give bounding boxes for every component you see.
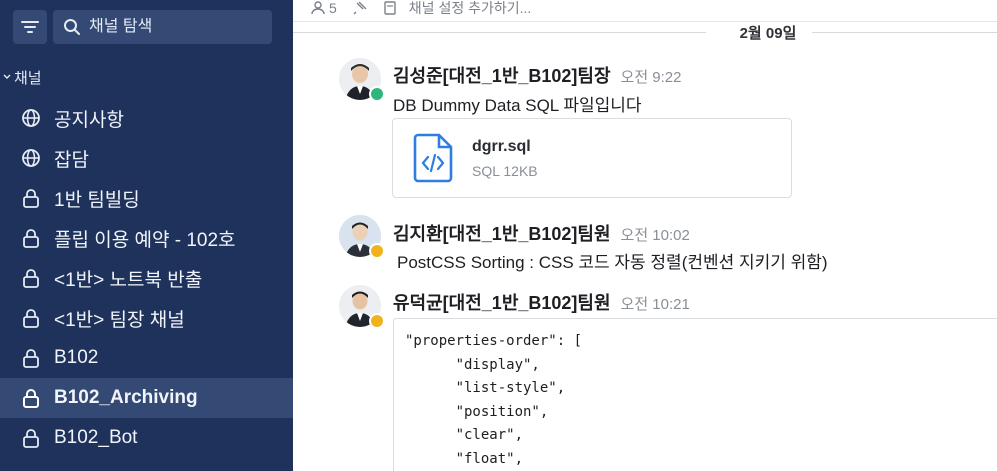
member-count-button[interactable]: 5 [311, 0, 337, 16]
chevron-down-icon [0, 74, 14, 80]
channel-label: 1반 팀빌딩 [54, 189, 140, 211]
channel-label: B102_Archiving [54, 387, 198, 408]
code-file-icon [413, 133, 453, 188]
message-sender[interactable]: 김지환[대전_1반_B102]팀원 오전 10:02 [393, 220, 690, 246]
member-icon [311, 0, 325, 14]
channel-section-header[interactable]: 채널 [0, 66, 42, 88]
lock-icon [20, 267, 42, 289]
pin-icon [353, 1, 367, 14]
status-online-badge [369, 86, 385, 102]
channel-header: 5 채널 설정 추가하기... [293, 0, 997, 22]
channel-item-team-building[interactable]: 1반 팀빌딩 [0, 178, 293, 218]
channel-search[interactable] [53, 10, 272, 44]
file-name: dgrr.sql [472, 138, 531, 155]
message-panel: 5 채널 설정 추가하기... 2월 09일 김성준[대전_1반_B102]팀장… [293, 0, 997, 471]
filter-icon [21, 21, 39, 33]
code-line: "position", [405, 403, 549, 420]
status-away-badge [369, 313, 385, 329]
channel-item-b102-bot[interactable]: B102_Bot [0, 418, 293, 458]
channel-label: 공지사항 [54, 109, 124, 131]
message-time: 오전 10:02 [620, 227, 690, 244]
message-sender[interactable]: 김성준[대전_1반_B102]팀장 오전 9:22 [393, 62, 682, 88]
channel-label: <1반> 노트북 반출 [54, 269, 203, 291]
sidebar: 채널 공지사항 잡담 1반 팀빌딩 플립 이용 예약 - 102호 [0, 0, 293, 471]
channel-label: 잡담 [54, 149, 89, 171]
channel-list: 공지사항 잡담 1반 팀빌딩 플립 이용 예약 - 102호 <1반> 노트북 … [0, 98, 293, 458]
channel-item-b102-archiving[interactable]: B102_Archiving [0, 378, 293, 418]
message-time: 오전 10:21 [620, 296, 690, 313]
channel-header-placeholder: 채널 설정 추가하기... [408, 0, 532, 16]
globe-icon [20, 107, 42, 129]
search-icon [64, 19, 80, 35]
message-time: 오전 9:22 [620, 69, 682, 86]
channel-label: B102_Bot [54, 427, 138, 448]
date-label: 2월 09일 [739, 25, 797, 42]
code-line: "clear", [405, 427, 524, 443]
channel-label: 플립 이용 예약 - 102호 [54, 229, 236, 251]
lock-icon [20, 347, 42, 369]
globe-icon [20, 147, 42, 169]
code-block: "properties-order": [ "display", "list-s… [393, 318, 997, 471]
code-line: "list-style", [405, 380, 566, 396]
channel-item-laptop-checkout[interactable]: <1반> 노트북 반출 [0, 258, 293, 298]
pin-button[interactable] [353, 1, 367, 15]
message-text: PostCSS Sorting : CSS 코드 자동 정렬(컨벤션 지키기 위… [397, 253, 828, 272]
channel-item-chat[interactable]: 잡담 [0, 138, 293, 178]
avatar[interactable] [339, 285, 385, 329]
channel-label: B102 [54, 347, 99, 368]
message-sender[interactable]: 유덕균[대전_1반_B102]팀원 오전 10:21 [393, 289, 690, 315]
message-text: DB Dummy Data SQL 파일입니다 [393, 96, 642, 115]
sender-name[interactable]: 유덕균[대전_1반_B102]팀원 [393, 293, 611, 313]
section-label: 채널 [14, 69, 42, 87]
sender-name[interactable]: 김성준[대전_1반_B102]팀장 [393, 66, 611, 86]
date-divider: 2월 09일 [293, 22, 997, 42]
code-line: "display", [405, 356, 540, 373]
avatar[interactable] [339, 58, 385, 102]
channel-item-leader-channel[interactable]: <1반> 팀장 채널 [0, 298, 293, 338]
channel-item-notice[interactable]: 공지사항 [0, 98, 293, 138]
code-line: "properties-order": [ [405, 333, 583, 349]
document-icon [384, 0, 396, 15]
lock-icon [20, 307, 42, 329]
lock-icon [20, 387, 42, 409]
filter-button[interactable] [13, 10, 47, 44]
avatar[interactable] [339, 215, 385, 259]
status-away-badge [369, 243, 385, 259]
file-meta: SQL 12KB [472, 163, 538, 179]
search-input[interactable] [89, 18, 259, 36]
channel-item-flip-reservation[interactable]: 플립 이용 예약 - 102호 [0, 218, 293, 258]
lock-icon [20, 427, 42, 449]
member-count: 5 [329, 0, 337, 16]
channel-label: <1반> 팀장 채널 [54, 309, 185, 331]
lock-icon [20, 227, 42, 249]
lock-icon [20, 187, 42, 209]
sender-name[interactable]: 김지환[대전_1반_B102]팀원 [393, 224, 611, 244]
channel-settings-button[interactable]: 채널 설정 추가하기... [383, 0, 532, 18]
file-attachment[interactable]: dgrr.sql SQL 12KB [392, 118, 792, 198]
channel-item-b102[interactable]: B102 [0, 338, 293, 378]
code-line: "float", [405, 450, 524, 467]
